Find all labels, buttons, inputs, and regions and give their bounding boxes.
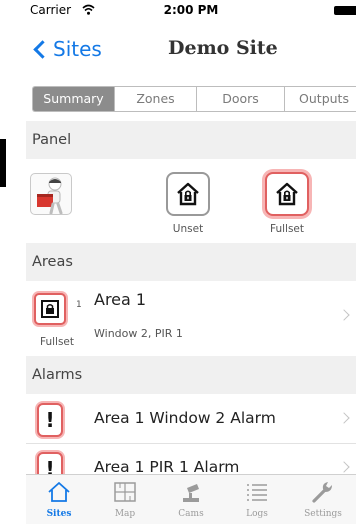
chevron-right-icon xyxy=(338,461,350,473)
house-lock-icon xyxy=(177,182,199,206)
tab-zones[interactable]: Zones xyxy=(115,87,197,111)
tabbar-label: Map xyxy=(114,509,136,519)
area-state-label: Fullset xyxy=(40,336,75,348)
user-avatar-icon[interactable] xyxy=(30,173,72,215)
padlock-icon xyxy=(34,293,66,325)
camera-icon xyxy=(183,484,199,502)
alarms-section-header: Alarms xyxy=(26,356,356,394)
tab-summary[interactable]: Summary xyxy=(33,87,115,111)
exclamation-icon: ! xyxy=(37,403,63,437)
chevron-left-icon xyxy=(33,39,52,59)
tabbar-label: Cams xyxy=(178,509,204,519)
chevron-right-icon xyxy=(338,412,350,424)
area-count: 1 xyxy=(76,300,82,310)
tabbar-label: Settings xyxy=(304,509,342,519)
status-time: 2:00 PM xyxy=(163,3,219,17)
tabbar-label: Sites xyxy=(46,509,72,519)
house-lock-icon xyxy=(276,182,298,206)
tabbar-item-cams[interactable]: Cams xyxy=(158,475,224,524)
tabbar-label: Logs xyxy=(246,509,268,519)
panel-section-header: Panel xyxy=(26,121,356,159)
back-button[interactable]: Sites xyxy=(32,37,102,61)
segmented-tabs: Summary Zones Doors Outputs xyxy=(32,86,356,112)
wrench-icon xyxy=(312,482,332,503)
tabbar-item-settings[interactable]: Settings xyxy=(290,475,356,524)
unset-label: Unset xyxy=(172,223,204,235)
fullset-button[interactable] xyxy=(265,172,309,216)
areas-section-header: Areas xyxy=(26,243,356,281)
house-icon xyxy=(48,482,70,502)
status-bar: Carrier 2:00 PM xyxy=(26,0,356,20)
page-title: Demo Site xyxy=(168,37,278,59)
tabbar-item-sites[interactable]: Sites xyxy=(26,475,92,524)
navigation-bar: Sites Demo Site xyxy=(26,20,356,78)
panel-row: Unset Fullset xyxy=(26,159,356,243)
chevron-right-icon xyxy=(338,309,350,321)
tabbar-item-logs[interactable]: Logs xyxy=(224,475,290,524)
alarm-row[interactable]: ! Area 1 Window 2 Alarm xyxy=(26,395,356,443)
edge-marker xyxy=(0,139,6,187)
area-row[interactable]: 1 Fullset Area 1 Window 2, PIR 1 xyxy=(26,282,356,356)
fullset-label: Fullset xyxy=(269,223,304,235)
bottom-tab-bar: Sites Map Cams Logs Settings xyxy=(26,474,356,524)
app-screen: Carrier 2:00 PM Sites Demo Site Summary … xyxy=(26,0,356,524)
unset-button[interactable] xyxy=(166,172,210,216)
back-button-label: Sites xyxy=(53,37,102,61)
tabbar-item-map[interactable]: Map xyxy=(92,475,158,524)
list-icon xyxy=(247,484,267,501)
tab-outputs[interactable]: Outputs xyxy=(285,87,356,111)
battery-icon xyxy=(334,6,356,15)
map-grid-icon xyxy=(114,482,136,502)
alarm-text: Area 1 Window 2 Alarm xyxy=(94,409,276,427)
tab-doors[interactable]: Doors xyxy=(197,87,285,111)
area-zone-list: Window 2, PIR 1 xyxy=(94,327,183,340)
area-name: Area 1 xyxy=(94,290,147,309)
